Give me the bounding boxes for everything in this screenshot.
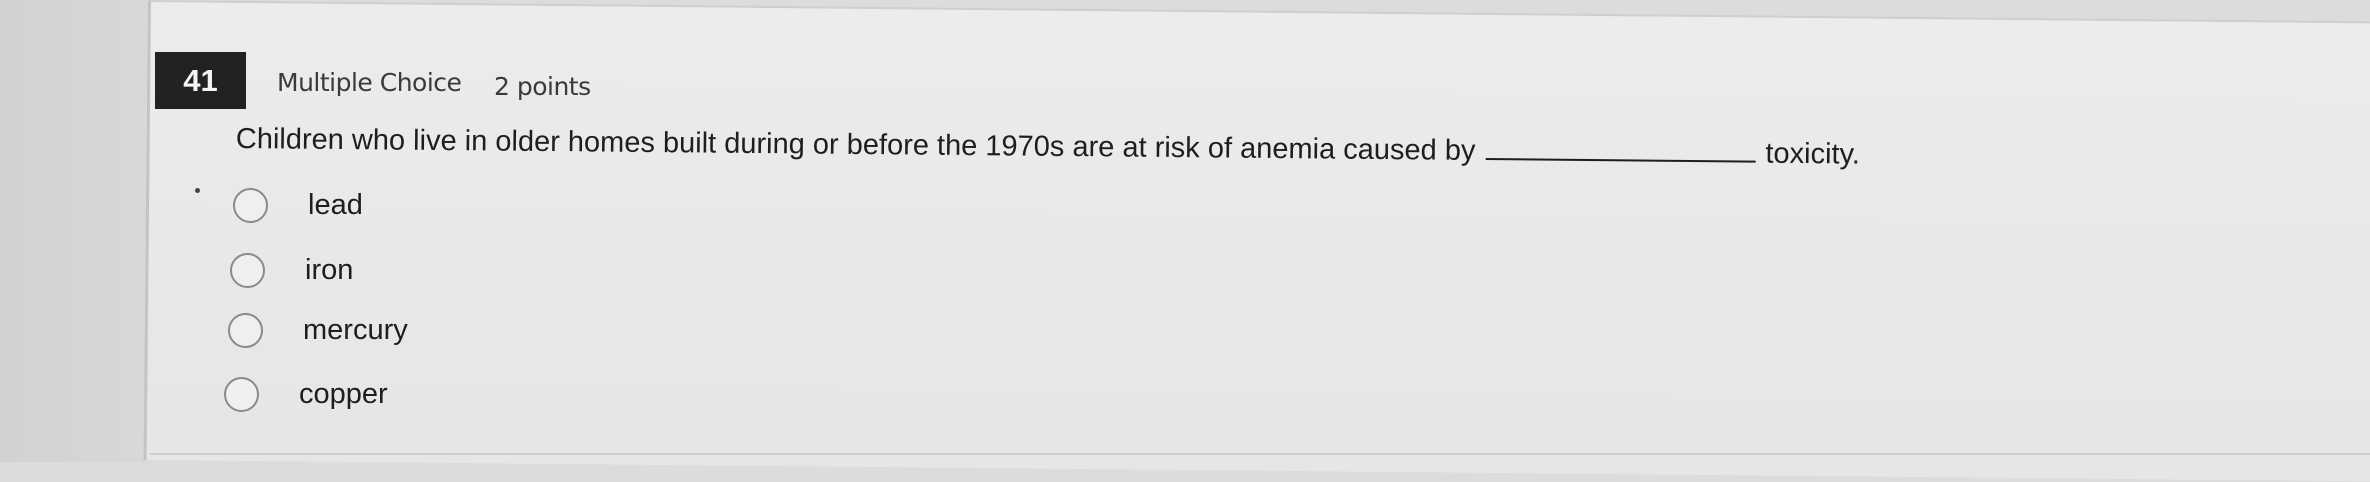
answer-option-lead[interactable]: lead [233, 188, 363, 223]
answer-option-label: copper [299, 378, 388, 410]
question-number-badge: 41 [155, 52, 246, 109]
radio-button[interactable] [233, 188, 268, 223]
question-type-label: Multiple Choice [277, 68, 462, 97]
question-points-label: 2 points [494, 72, 591, 101]
question-text-after: toxicity. [1765, 137, 1861, 171]
divider [150, 453, 2370, 455]
question-card [143, 0, 2370, 482]
answer-option-copper[interactable]: copper [224, 377, 388, 412]
answer-option-label: lead [308, 189, 363, 221]
fill-in-blank [1485, 133, 1756, 163]
answer-option-label: iron [305, 254, 354, 286]
answer-option-mercury[interactable]: mercury [228, 313, 408, 348]
page-background [0, 0, 148, 462]
radio-button[interactable] [230, 253, 265, 288]
answer-option-label: mercury [303, 314, 408, 346]
focus-dot [195, 188, 200, 193]
radio-button[interactable] [228, 313, 263, 348]
answer-option-iron[interactable]: iron [230, 253, 353, 288]
radio-button[interactable] [224, 377, 259, 412]
